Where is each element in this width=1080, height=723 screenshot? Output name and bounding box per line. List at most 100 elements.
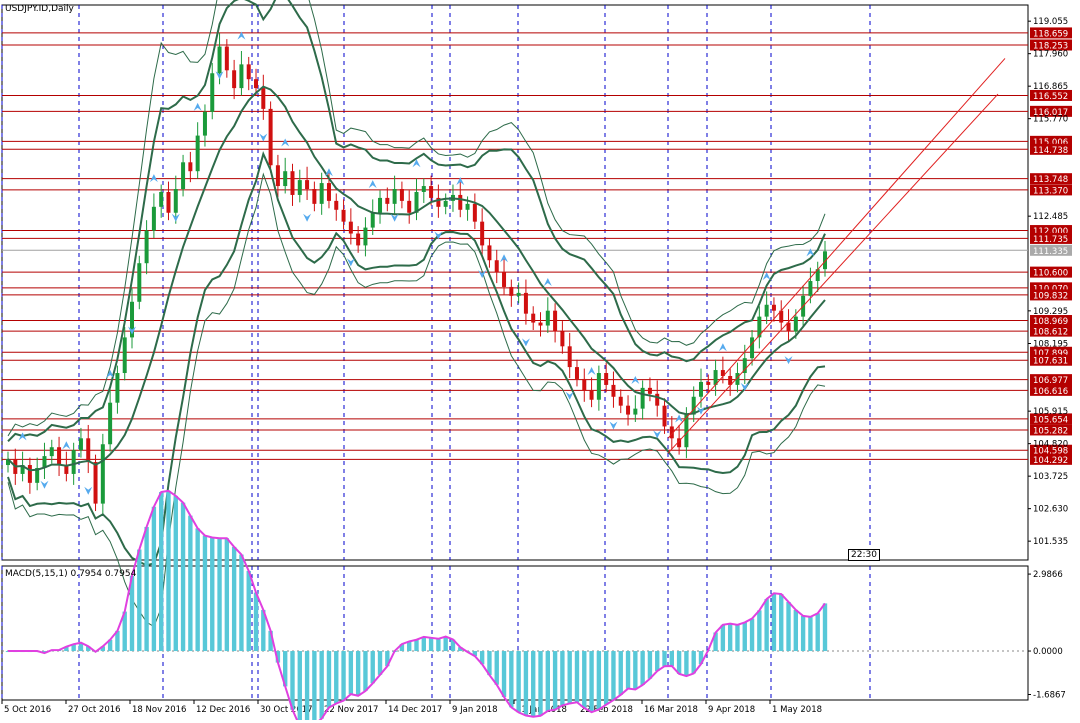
macd-histogram-bar — [501, 651, 507, 697]
candle-body — [181, 162, 186, 190]
macd-histogram-bar — [231, 546, 237, 652]
fractal-down-arrow — [303, 213, 312, 222]
macd-histogram-bar — [509, 651, 514, 708]
candle-body — [210, 73, 215, 112]
macd-histogram-bar — [589, 651, 594, 713]
date-label: 14 Dec 2017 — [388, 705, 442, 715]
fractal-up-arrow — [806, 248, 815, 257]
candle-body — [626, 405, 631, 415]
macd-histogram-bar — [523, 651, 529, 716]
chart-window: 118.659 118.253 116.552 116.017 115.006 114.7… — [0, 0, 1080, 723]
band-lower-outer — [7, 172, 826, 628]
candle-body — [633, 408, 638, 415]
macd-histogram-bar — [749, 618, 755, 652]
macd-histogram-bar — [421, 636, 426, 652]
macd-histogram-bar — [793, 609, 799, 652]
candle-body — [261, 88, 266, 109]
candle-body — [305, 180, 310, 190]
candle-body — [698, 381, 703, 397]
candle-body — [771, 304, 776, 311]
macd-histogram-bar — [370, 651, 375, 684]
fractal-up-arrow — [543, 278, 552, 287]
macd-histogram-bar — [735, 624, 740, 652]
macd-histogram-bar — [355, 651, 361, 696]
macd-histogram-bar — [341, 651, 346, 701]
fractal-up-arrow — [762, 272, 771, 281]
macd-histogram-bar — [603, 651, 609, 705]
candle-body — [808, 281, 813, 296]
macd-histogram-bar — [742, 622, 747, 652]
macd-histogram-bar — [158, 492, 164, 652]
fractal-up-arrow — [718, 343, 727, 352]
level-label: 107.631 — [1033, 357, 1068, 367]
macd-histogram-bar — [494, 651, 499, 685]
candle-body — [173, 189, 178, 213]
macd-histogram-bar — [137, 549, 142, 652]
macd-histogram-bar — [808, 616, 813, 652]
macd-histogram-bar — [348, 651, 354, 695]
candle-body — [115, 373, 120, 403]
date-label: 9 Jan 2018 — [452, 705, 498, 715]
candle-body — [202, 111, 207, 136]
price-tick-label: 116.865 — [1033, 82, 1068, 92]
fractal-up-arrow — [368, 180, 377, 189]
candle-body — [750, 337, 755, 359]
macd-histogram-bar — [779, 594, 784, 652]
level-label: 114.738 — [1033, 146, 1068, 156]
candle-body — [494, 260, 499, 273]
candle-body — [421, 186, 426, 192]
candle-body — [224, 46, 229, 71]
level-label: 111.735 — [1033, 235, 1068, 245]
candle-body — [596, 373, 601, 400]
macd-histogram-bar — [640, 651, 645, 685]
price-tick-label: 101.535 — [1033, 537, 1068, 547]
fractal-down-arrow — [259, 133, 268, 142]
macd-histogram-bar — [662, 651, 667, 667]
candle-body — [159, 191, 164, 207]
candle-body — [283, 171, 288, 187]
price-tick-label: 112.485 — [1033, 212, 1068, 222]
candle-body — [523, 292, 528, 314]
candle-body — [531, 313, 536, 323]
macd-histogram-bar — [202, 535, 208, 652]
macd-histogram-bar — [560, 651, 565, 706]
candle-body — [341, 209, 346, 222]
macd-histogram-bar — [676, 651, 682, 674]
candle-body — [319, 183, 324, 204]
candle-body — [502, 272, 507, 287]
macd-histogram-bar — [611, 651, 616, 701]
candle-body — [589, 390, 594, 400]
macd-histogram-bar — [582, 651, 587, 709]
date-label: 12 Dec 2016 — [196, 705, 250, 715]
macd-histogram-bar — [151, 506, 157, 652]
fractal-down-arrow — [84, 486, 93, 495]
candle-body — [793, 316, 798, 332]
candle-body — [363, 227, 368, 246]
candle-body — [611, 384, 616, 397]
candle-body — [151, 206, 156, 231]
macd-histogram-bar — [210, 537, 215, 652]
main-plot-frame — [1, 4, 1029, 561]
candle-body — [49, 447, 54, 457]
candle-body — [647, 387, 652, 394]
candle-body — [764, 304, 769, 317]
candle-body — [290, 171, 295, 195]
candle-body — [268, 108, 273, 166]
macd-histogram-bar — [224, 538, 230, 652]
candle-body — [640, 387, 645, 409]
macd-tick-label: 2.9866 — [1033, 570, 1063, 580]
price-tick-label: 117.960 — [1033, 50, 1068, 60]
macd-tick-label: -1.6867 — [1033, 691, 1066, 701]
candle-body — [188, 162, 193, 172]
macd-histogram-bar — [239, 554, 244, 652]
candle-body — [458, 194, 463, 210]
candle-body — [100, 444, 105, 504]
candle-body — [516, 292, 521, 296]
macd-histogram-bar — [180, 502, 186, 652]
macd-histogram-bar — [436, 638, 441, 652]
level-label: 104.292 — [1033, 456, 1068, 466]
candle-body — [232, 70, 237, 89]
candle-body — [604, 373, 609, 385]
macd-histogram-bar — [596, 651, 602, 710]
fractal-up-arrow — [281, 138, 290, 147]
